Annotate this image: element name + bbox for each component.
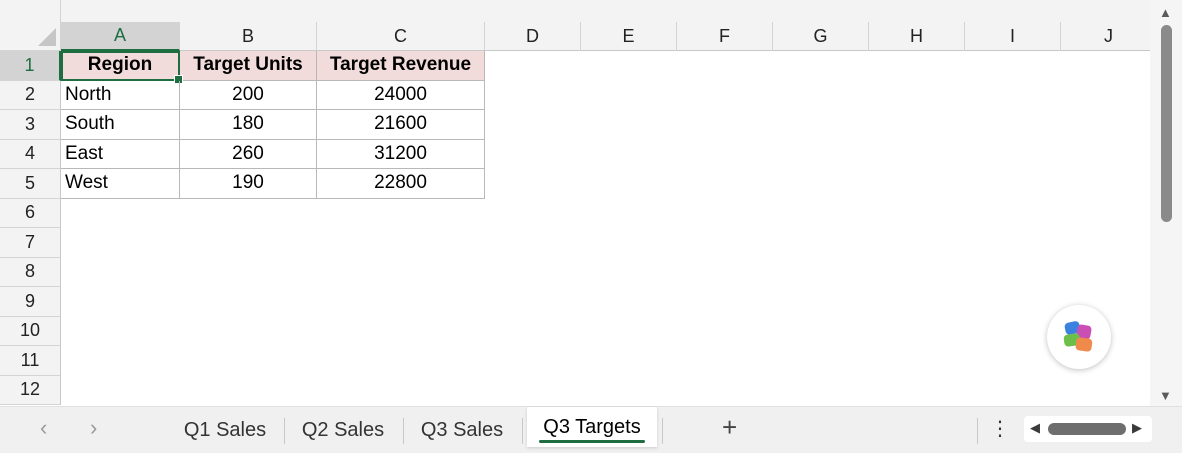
column-header-a[interactable]: A [61,22,180,51]
tab-separator [403,418,404,444]
scroll-up-icon[interactable]: ▲ [1159,5,1172,20]
cell-c5[interactable]: 22800 [317,169,485,199]
tab-separator [662,418,663,444]
cell-b1[interactable]: Target Units [180,51,317,81]
cell-c4[interactable]: 31200 [317,139,485,169]
column-header-h[interactable]: H [869,22,965,51]
column-header-i[interactable]: I [965,22,1061,51]
tab-separator [977,418,978,444]
column-header-c[interactable]: C [317,22,485,51]
column-header-e[interactable]: E [581,22,677,51]
row-header-9[interactable]: 9 [0,287,61,317]
vertical-scrollbar[interactable]: ▲ ▼ [1150,0,1182,406]
tab-q3-sales[interactable]: Q3 Sales [407,413,517,447]
sheet-tab-bar: ‹ › Q1 Sales Q2 Sales Q3 Sales Q3 Target… [0,406,1182,453]
row-header-11[interactable]: 11 [0,346,61,376]
row-header-8[interactable]: 8 [0,257,61,287]
cell-c3[interactable]: 21600 [317,110,485,140]
row-header-2[interactable]: 2 [0,80,61,110]
tab-q1-sales[interactable]: Q1 Sales [170,413,280,447]
column-header-g[interactable]: G [773,22,869,51]
tab-q3-targets[interactable]: Q3 Targets [527,407,657,447]
cell-b2[interactable]: 200 [180,80,317,110]
cell-b4[interactable]: 260 [180,139,317,169]
column-header-d[interactable]: D [485,22,581,51]
row-header-12[interactable]: 12 [0,375,61,405]
row-header-5[interactable]: 5 [0,169,61,199]
scroll-left-icon[interactable]: ◀ [1030,420,1040,436]
scroll-right-icon[interactable]: ▶ [1132,420,1142,436]
vertical-scroll-thumb[interactable] [1161,25,1172,222]
cell-a5[interactable]: West [61,169,180,199]
cell-b3[interactable]: 180 [180,110,317,140]
select-all-triangle-icon [38,28,56,46]
row-header-10[interactable]: 10 [0,316,61,346]
cell-a1[interactable]: Region [61,51,180,81]
tab-separator [522,418,523,444]
add-sheet-icon[interactable]: + [722,412,737,443]
column-header-f[interactable]: F [677,22,773,51]
cell-a4[interactable]: East [61,139,180,169]
more-options-icon[interactable]: ⋮ [990,416,1010,441]
tab-label: Q3 Targets [543,415,641,438]
copilot-icon [1063,321,1093,352]
cell-a2[interactable]: North [61,80,180,110]
horizontal-scrollbar[interactable]: ◀ ▶ [1024,416,1152,442]
cell-b5[interactable]: 190 [180,169,317,199]
row-header-7[interactable]: 7 [0,228,61,258]
row-header-1[interactable]: 1 [0,51,61,81]
tab-q2-sales[interactable]: Q2 Sales [288,413,398,447]
top-strip [61,0,1150,22]
active-tab-underline [539,440,645,443]
tab-separator [284,418,285,444]
column-header-b[interactable]: B [180,22,317,51]
copilot-button[interactable] [1047,305,1111,369]
cell-a3[interactable]: South [61,110,180,140]
spreadsheet-grid[interactable]: A B C D E F G H I J 1 2 3 4 5 6 7 8 9 10… [0,0,1150,406]
previous-sheet-icon[interactable]: ‹ [40,415,47,441]
select-all-button[interactable] [0,0,61,51]
row-header-3[interactable]: 3 [0,110,61,140]
row-header-4[interactable]: 4 [0,139,61,169]
scroll-down-icon[interactable]: ▼ [1159,388,1172,403]
cell-c2[interactable]: 24000 [317,80,485,110]
column-header-j[interactable]: J [1061,22,1150,51]
next-sheet-icon[interactable]: › [90,415,97,441]
cell-c1[interactable]: Target Revenue [317,51,485,81]
horizontal-scroll-thumb[interactable] [1048,423,1126,435]
row-header-6[interactable]: 6 [0,198,61,228]
